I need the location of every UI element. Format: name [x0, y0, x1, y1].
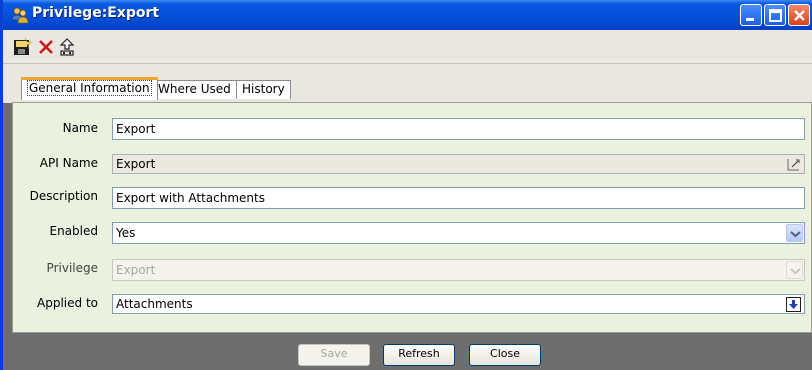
api-name-value: Export: [116, 157, 156, 171]
enabled-label: Enabled: [49, 224, 99, 238]
edit-api-name-icon[interactable]: [786, 157, 801, 172]
delete-icon[interactable]: [36, 37, 56, 57]
export-icon[interactable]: [57, 37, 77, 57]
minimize-button[interactable]: [740, 4, 762, 26]
enabled-select[interactable]: Yes: [112, 222, 805, 244]
privilege-select: Export: [112, 259, 805, 281]
button-bar: Save Refresh Close: [3, 333, 812, 370]
privilege-value: Export: [116, 263, 156, 277]
toolbar: [3, 30, 812, 64]
save-icon[interactable]: [12, 37, 32, 57]
applied-to-label: Applied to: [37, 296, 98, 310]
tab-general-information[interactable]: General Information: [21, 77, 158, 100]
name-field[interactable]: Export: [112, 118, 805, 140]
enabled-value: Yes: [116, 226, 136, 240]
privilege-window: Privilege:Export General Information Whe…: [0, 0, 812, 370]
api-name-field[interactable]: Export: [112, 154, 805, 174]
chevron-down-icon: [790, 231, 801, 238]
applied-to-value: Attachments: [116, 297, 193, 311]
maximize-button[interactable]: [764, 4, 786, 26]
tab-label: General Information: [27, 80, 152, 96]
close-icon: [794, 10, 805, 21]
name-label: Name: [62, 121, 98, 135]
api-name-label: API Name: [39, 156, 98, 170]
description-label: Description: [29, 189, 98, 203]
description-field[interactable]: Export with Attachments: [112, 187, 805, 209]
close-button[interactable]: Close: [469, 344, 541, 366]
minimize-icon: [746, 18, 754, 21]
enabled-dropdown-button[interactable]: [786, 224, 803, 242]
window-title: Privilege:Export: [32, 5, 160, 21]
tab-label: History: [242, 82, 285, 96]
privilege-dropdown-button: [786, 261, 803, 279]
applied-to-field[interactable]: Attachments: [112, 294, 805, 314]
tab-history[interactable]: History: [236, 80, 291, 99]
lookup-arrow-icon: [789, 300, 798, 309]
tab-strip: General Information Where Used History: [3, 64, 812, 103]
save-button[interactable]: Save: [298, 344, 370, 366]
general-information-panel: Name Export API Name Export Description …: [12, 102, 812, 333]
title-bar[interactable]: Privilege:Export: [3, 0, 812, 30]
refresh-button[interactable]: Refresh: [383, 344, 455, 366]
maximize-icon: [769, 9, 782, 22]
tab-label: Where Used: [158, 82, 231, 96]
users-icon: [11, 7, 29, 24]
window-close-button[interactable]: [788, 4, 810, 26]
privilege-label: Privilege: [46, 261, 98, 275]
applied-to-lookup-button[interactable]: [786, 297, 801, 312]
chevron-down-icon: [790, 268, 801, 275]
tab-where-used[interactable]: Where Used: [152, 80, 237, 99]
